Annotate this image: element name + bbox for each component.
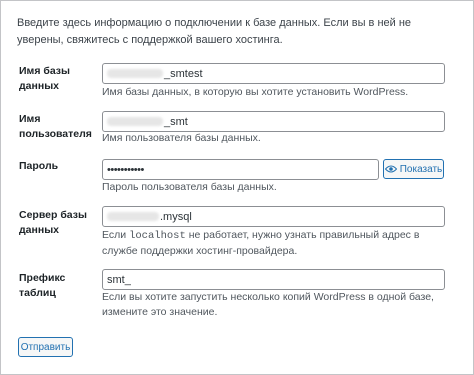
uname-input[interactable]: _smt — [102, 111, 445, 132]
prefix-description: Если вы хотите запустить несколько копий… — [102, 291, 434, 318]
redacted-text — [107, 212, 159, 221]
pwd-label: Пароль — [19, 160, 59, 172]
show-password-label: Показать — [399, 163, 443, 175]
intro-text: Введите здесь информацию о подключении к… — [17, 17, 412, 46]
setup-config-form: Введите здесь информацию о подключении к… — [0, 0, 474, 375]
uname-description: Имя пользователя базы данных. — [102, 132, 261, 144]
dbhost-description: Если localhost не работает, нужно узнать… — [102, 229, 420, 257]
redacted-text — [107, 69, 163, 78]
dbname-description: Имя базы данных, в которую вы хотите уст… — [102, 86, 409, 98]
dbhost-label: Сервер базы данных — [19, 209, 87, 236]
eye-icon — [384, 165, 397, 173]
dbname-input[interactable]: _smtest — [102, 63, 445, 84]
submit-button[interactable]: Отправить — [18, 337, 73, 357]
pwd-value: ••••••••••• — [107, 163, 144, 176]
redacted-text — [107, 117, 163, 126]
localhost-code: localhost — [129, 230, 186, 242]
dbname-label: Имя базы данных — [19, 65, 70, 92]
prefix-input[interactable]: smt_ — [102, 269, 445, 290]
pwd-input[interactable]: ••••••••••• — [102, 159, 379, 180]
dbname-value: _smtest — [164, 67, 203, 80]
prefix-label: Префикс таблиц — [19, 272, 66, 299]
pwd-description: Пароль пользователя базы данных. — [102, 181, 277, 193]
prefix-value: smt_ — [107, 273, 131, 286]
show-password-button[interactable]: Показать — [383, 159, 444, 179]
dbhost-value: .mysql — [160, 210, 192, 223]
uname-value: _smt — [164, 115, 188, 128]
dbhost-input[interactable]: .mysql — [102, 206, 445, 227]
uname-label: Имя пользователя — [19, 113, 92, 140]
